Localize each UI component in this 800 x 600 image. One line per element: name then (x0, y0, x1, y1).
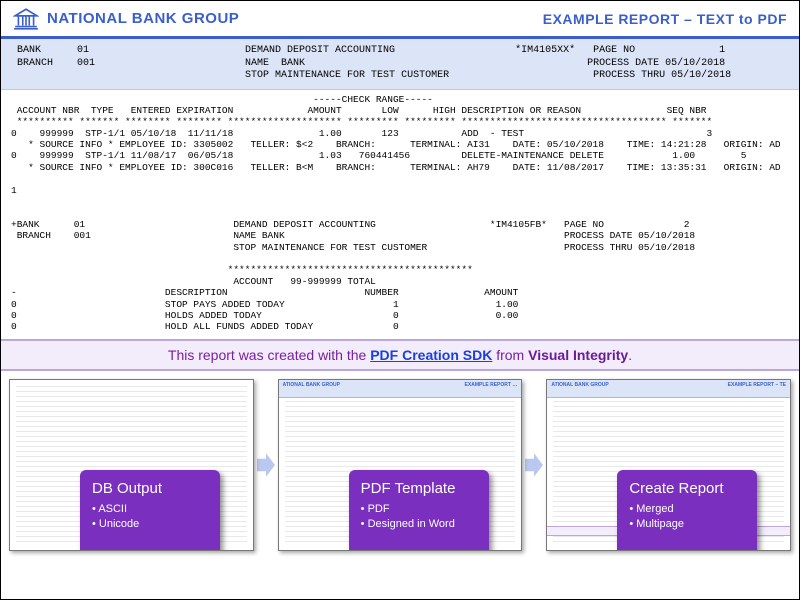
stage-bullet: Merged (629, 503, 745, 515)
report-body-text: -----CHECK RANGE----- ACCOUNT NBR TYPE E… (1, 90, 799, 333)
bank-icon (13, 8, 39, 30)
stage-bullet: Unicode (92, 518, 208, 530)
brand-title: NATIONAL BANK GROUP (47, 10, 239, 27)
workflow-stage: ATIONAL BANK GROUPEXAMPLE REPORT … PDF Te… (278, 379, 523, 551)
stage-bullet: Designed in Word (361, 518, 477, 530)
stage-box: Create Report Merged Multipage (617, 470, 757, 551)
stage-bullet: ASCII (92, 503, 208, 515)
stage-title: Create Report (629, 480, 745, 497)
workflow-row: DB Output ASCII Unicode ATIONAL BANK GROUPE… (1, 371, 799, 551)
stage-box: PDF Template PDF Designed in Word (349, 470, 489, 551)
workflow-stage: DB Output ASCII Unicode (9, 379, 254, 551)
credit-prefix: This report was created with the (168, 347, 370, 363)
thumbnail-header: ATIONAL BANK GROUPEXAMPLE REPORT – TE (547, 380, 790, 398)
stage-box: DB Output ASCII Unicode (80, 470, 220, 551)
credit-sentence: This report was created with the PDF Cre… (168, 347, 632, 363)
stage-bullet: Multipage (629, 518, 745, 530)
credit-mid: from (496, 347, 528, 363)
arrow-icon (256, 379, 276, 551)
stage-title: DB Output (92, 480, 208, 497)
visual-integrity-label: Visual Integrity (528, 347, 628, 363)
arrow-icon (524, 379, 544, 551)
credit-bar: This report was created with the PDF Cre… (1, 339, 799, 371)
thumbnail-header: ATIONAL BANK GROUPEXAMPLE REPORT … (279, 380, 522, 398)
stage-title: PDF Template (361, 480, 477, 497)
stage-bullets: ASCII Unicode (92, 503, 208, 530)
stage-bullets: Merged Multipage (629, 503, 745, 530)
stage-bullet: PDF (361, 503, 477, 515)
report-header-block: BANK 01 DEMAND DEPOSIT ACCOUNTING *IM410… (1, 39, 799, 90)
credit-suffix: . (628, 347, 632, 363)
stage-bullets: PDF Designed in Word (361, 503, 477, 530)
brand: NATIONAL BANK GROUP (13, 8, 239, 30)
top-bar: NATIONAL BANK GROUP EXAMPLE REPORT – TEX… (1, 1, 799, 39)
report-title: EXAMPLE REPORT – TEXT to PDF (543, 11, 787, 27)
pdf-creation-sdk-link[interactable]: PDF Creation SDK (370, 347, 492, 363)
workflow-stage: ATIONAL BANK GROUPEXAMPLE REPORT – TE Cre… (546, 379, 791, 551)
